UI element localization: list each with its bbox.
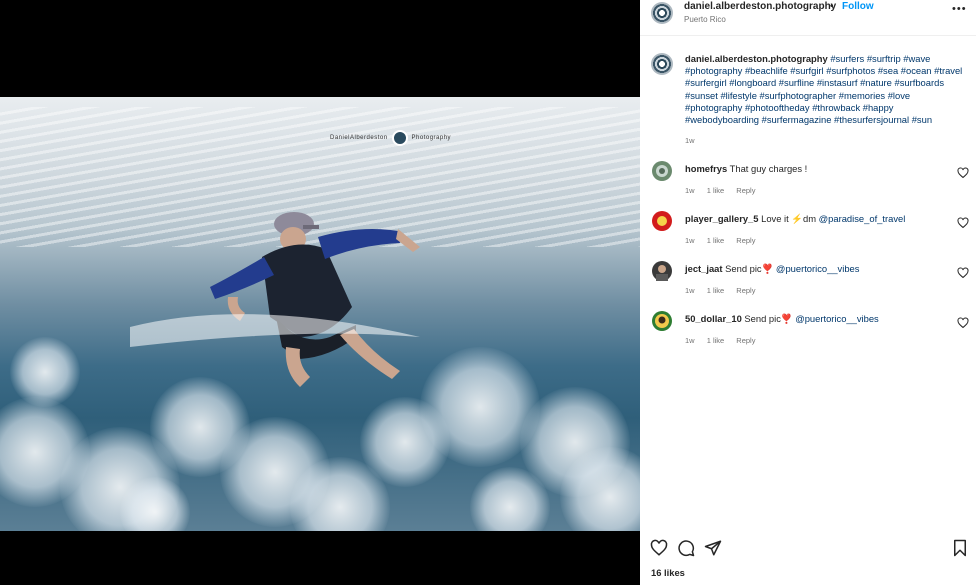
post-caption: daniel.alberdeston.photography #surfers … <box>685 53 970 126</box>
surfer-figure <box>130 212 420 387</box>
header-divider <box>640 35 976 36</box>
comment-username[interactable]: homefrys <box>685 163 727 174</box>
like-comment-heart-icon[interactable] <box>957 167 969 179</box>
post-details-panel: daniel.alberdeston.photography • Follow … <box>640 0 976 585</box>
watermark-logo-icon <box>391 130 408 146</box>
author-username[interactable]: daniel.alberdeston.photography <box>684 1 836 12</box>
comment-bubble-icon[interactable] <box>677 539 695 557</box>
comment-username[interactable]: 50_dollar_10 <box>685 313 742 324</box>
reply-button[interactable]: Reply <box>736 286 755 295</box>
comment-meta: 1w 1 like Reply <box>685 286 765 295</box>
comment-body: That guy charges ! <box>729 163 808 174</box>
separator-dot: • <box>830 1 834 12</box>
reply-button[interactable]: Reply <box>736 336 755 345</box>
comment-meta: 1w 1 like Reply <box>685 236 765 245</box>
watermark-left-text: DanielAlberdeston <box>330 135 388 141</box>
watermark-right-text: Photography <box>411 135 452 141</box>
comment-text: player_gallery_5 Love it ⚡️dm @paradise_… <box>685 213 945 225</box>
like-comment-heart-icon[interactable] <box>957 267 969 279</box>
author-avatar[interactable] <box>651 2 673 24</box>
comment-likes[interactable]: 1 like <box>707 236 725 245</box>
reply-button[interactable]: Reply <box>736 186 755 195</box>
comment-meta: 1w 1 like Reply <box>685 336 765 345</box>
comment-text: 50_dollar_10 Send pic❣️ @puertorico__vib… <box>685 313 945 325</box>
caption-author-avatar[interactable] <box>651 53 673 75</box>
comment-body: Send pic❣️ <box>725 263 774 274</box>
reply-button[interactable]: Reply <box>736 236 755 245</box>
likes-count[interactable]: 16 likes <box>651 567 685 578</box>
comment-body: Send pic❣️ <box>744 313 793 324</box>
comment-text: homefrys That guy charges ! <box>685 163 945 175</box>
comment-item: player_gallery_5 Love it ⚡️dm @paradise_… <box>640 211 976 255</box>
comment-item: 50_dollar_10 Send pic❣️ @puertorico__vib… <box>640 311 976 355</box>
like-comment-heart-icon[interactable] <box>957 217 969 229</box>
comment-likes[interactable]: 1 like <box>707 336 725 345</box>
like-heart-icon[interactable] <box>650 539 668 557</box>
comment-item: ject_jaat Send pic❣️ @puertorico__vibes … <box>640 261 976 305</box>
comment-likes[interactable]: 1 like <box>707 186 725 195</box>
more-options-icon[interactable]: ••• <box>952 3 967 15</box>
post-action-bar <box>640 535 976 561</box>
comment-body: Love it ⚡️dm <box>761 213 817 224</box>
post-media[interactable]: DanielAlberdeston Photography <box>0 0 640 585</box>
commenter-avatar[interactable] <box>652 161 672 181</box>
surf-photo[interactable]: DanielAlberdeston Photography <box>0 97 640 531</box>
photo-watermark: DanielAlberdeston Photography <box>330 130 451 146</box>
post-location[interactable]: Puerto Rico <box>684 15 726 24</box>
comment-item: homefrys That guy charges ! 1w 1 like Re… <box>640 161 976 205</box>
comment-text: ject_jaat Send pic❣️ @puertorico__vibes <box>685 263 945 275</box>
caption-timestamp[interactable]: 1w <box>685 136 695 145</box>
commenter-avatar[interactable] <box>652 211 672 231</box>
comment-username[interactable]: player_gallery_5 <box>685 213 759 224</box>
comment-mention[interactable]: @paradise_of_travel <box>819 213 906 224</box>
comment-time[interactable]: 1w <box>685 186 695 195</box>
comment-meta: 1w 1 like Reply <box>685 186 765 195</box>
comment-time[interactable]: 1w <box>685 236 695 245</box>
caption-username[interactable]: daniel.alberdeston.photography <box>685 53 828 64</box>
comment-mention[interactable]: @puertorico__vibes <box>776 263 860 274</box>
post-header: daniel.alberdeston.photography • Follow … <box>640 0 976 30</box>
comment-time[interactable]: 1w <box>685 286 695 295</box>
comment-likes[interactable]: 1 like <box>707 286 725 295</box>
follow-button[interactable]: Follow <box>842 1 874 12</box>
save-bookmark-icon[interactable] <box>951 539 969 557</box>
commenter-avatar[interactable] <box>652 311 672 331</box>
share-send-icon[interactable] <box>704 539 722 557</box>
commenter-avatar[interactable] <box>652 261 672 281</box>
like-comment-heart-icon[interactable] <box>957 317 969 329</box>
comment-time[interactable]: 1w <box>685 336 695 345</box>
comment-username[interactable]: ject_jaat <box>685 263 723 274</box>
comment-mention[interactable]: @puertorico__vibes <box>795 313 879 324</box>
